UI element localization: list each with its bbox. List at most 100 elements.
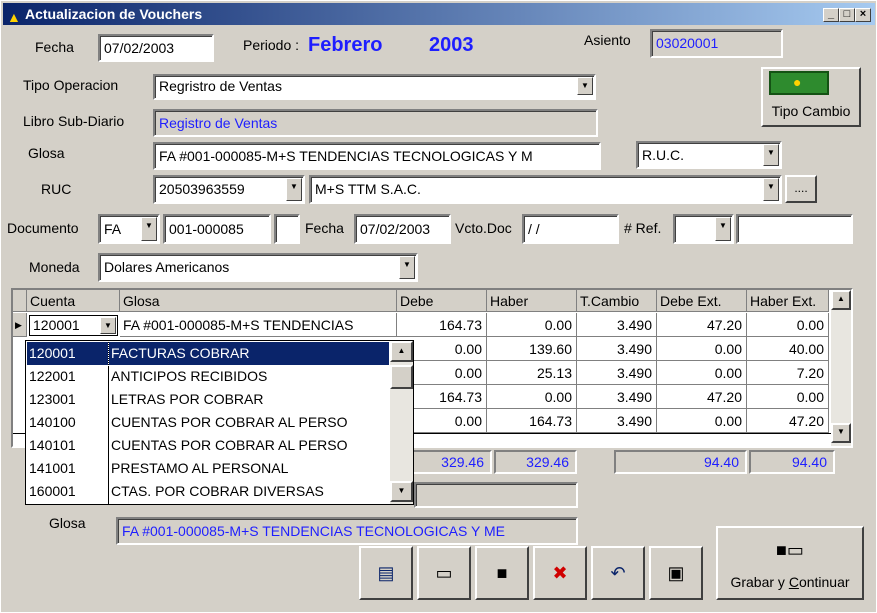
maximize-button[interactable]: □ (839, 8, 855, 22)
dropdown-item-name[interactable]: CUENTAS POR COBRAR AL PERSO (109, 434, 389, 457)
grid-cell-debe-ext[interactable]: 47.20 (657, 385, 747, 409)
app-icon: ▲ (7, 9, 21, 25)
grid-cell-haber[interactable]: 0.00 (487, 313, 577, 337)
ruc-name-value: M+S TTM S.A.C. (315, 181, 421, 197)
ref-type-select[interactable]: ▼ (673, 214, 734, 244)
print-button[interactable]: ▣ (649, 546, 703, 600)
glosa-label: Glosa (28, 145, 65, 161)
scroll-up-icon[interactable]: ▲ (390, 341, 413, 362)
title-bar[interactable]: ▲ Actualizacion de Vouchers _ □ × (3, 3, 875, 25)
header-tcambio[interactable]: T.Cambio (577, 290, 657, 312)
grid-cell-haber-ext[interactable]: 0.00 (747, 385, 829, 409)
libro-label: Libro Sub-Diario (23, 113, 125, 129)
dropdown-item-name[interactable]: CTAS. POR COBRAR DIVERSAS (109, 480, 389, 503)
grabar-continuar-button[interactable]: ■▭ Grabar y Continuar (716, 526, 864, 600)
grid-scrollbar[interactable]: ▲ ▼ (831, 290, 851, 446)
grid-cell-haber-ext[interactable]: 47.20 (747, 409, 829, 433)
dropdown-item-code[interactable]: 122001 (27, 365, 108, 388)
dropdown-item-code[interactable]: 123001 (27, 388, 108, 411)
ruc-type-value: R.U.C. (642, 147, 684, 163)
grid-cell-glosa[interactable]: FA #001-000085-M+S TENDENCIAS (120, 313, 397, 337)
save-button[interactable]: ■ (475, 546, 529, 600)
header-cuenta[interactable]: Cuenta (27, 290, 120, 312)
ruc-value: 20503963559 (159, 181, 245, 197)
chevron-down-icon[interactable]: ▼ (577, 77, 593, 95)
grid-cell-haber[interactable]: 0.00 (487, 385, 577, 409)
dropdown-item-name[interactable]: CUENTAS POR COBRAR AL PERSO (109, 411, 389, 434)
save-new-icon: ■▭ (776, 540, 804, 560)
grid-cell-debe[interactable]: 164.73 (397, 313, 487, 337)
grid-cell-debe-ext[interactable]: 47.20 (657, 313, 747, 337)
fecha-input[interactable]: 07/02/2003 (98, 34, 214, 62)
grid-cell-tc[interactable]: 3.490 (577, 361, 657, 385)
ref-number-input[interactable] (736, 214, 853, 244)
cuenta-combo[interactable]: 120001 ▼ (29, 315, 118, 336)
grid-cell-haber-ext[interactable]: 0.00 (747, 313, 829, 337)
ruc-name-select[interactable]: M+S TTM S.A.C. ▼ (309, 175, 782, 204)
ellipsis-button[interactable]: .... (785, 175, 817, 203)
dropdown-item-name[interactable]: LETRAS POR COBRAR (109, 388, 389, 411)
ruc-type-select[interactable]: R.U.C. ▼ (636, 141, 782, 169)
dropdown-scrollbar[interactable]: ▲ ▼ (390, 341, 413, 504)
grid-cell-debe-ext[interactable]: 0.00 (657, 361, 747, 385)
fecha2-input[interactable]: 07/02/2003 (354, 214, 451, 244)
dropdown-item-code[interactable]: 120001 (26, 341, 109, 366)
grid-cell-haber[interactable]: 25.13 (487, 361, 577, 385)
header-haber[interactable]: Haber (487, 290, 577, 312)
grid-cell-debe-ext[interactable]: 0.00 (657, 409, 747, 433)
cuenta-dropdown-list[interactable]: ▲ ▼ 120001 FACTURAS COBRAR 122001 ANTICIPOS… (25, 340, 414, 505)
documento-type-value: FA (104, 221, 122, 237)
documento-extra-input[interactable] (274, 214, 300, 244)
minimize-button[interactable]: _ (823, 8, 839, 22)
money-icon: ● (769, 71, 829, 95)
ruc-select[interactable]: 20503963559 ▼ (153, 175, 305, 204)
row-pointer-icon: ▶ (13, 313, 27, 337)
total-haber-ext: 94.40 (749, 450, 835, 474)
grid-cell-haber-ext[interactable]: 7.20 (747, 361, 829, 385)
documento-number-input[interactable]: 001-000085 (163, 214, 271, 244)
header-debe-ext[interactable]: Debe Ext. (657, 290, 747, 312)
chevron-down-icon[interactable]: ▼ (763, 144, 779, 166)
chevron-down-icon[interactable]: ▼ (100, 317, 116, 334)
periodo-label: Periodo : (243, 37, 300, 53)
grid-cell-debe-ext[interactable]: 0.00 (657, 337, 747, 361)
header-debe[interactable]: Debe (397, 290, 487, 312)
dropdown-item-code[interactable]: 141001 (27, 457, 108, 480)
dropdown-item-name[interactable]: ANTICIPOS RECIBIDOS (109, 365, 389, 388)
moneda-select[interactable]: Dolares Americanos ▼ (98, 253, 418, 282)
new-button[interactable]: ▭ (417, 546, 471, 600)
grid-cell-haber[interactable]: 139.60 (487, 337, 577, 361)
scroll-thumb[interactable] (390, 365, 413, 389)
grid-cell-haber[interactable]: 164.73 (487, 409, 577, 433)
undo-button[interactable]: ↶ (591, 546, 645, 600)
tipo-cambio-button[interactable]: ● Tipo Cambio (761, 67, 861, 127)
glosa-input[interactable]: FA #001-000085-M+S TENDENCIAS TECNOLOGIC… (153, 142, 601, 170)
dropdown-item-name[interactable]: PRESTAMO AL PERSONAL (109, 457, 389, 480)
documento-type-select[interactable]: FA ▼ (98, 214, 160, 244)
grid-cell-tc[interactable]: 3.490 (577, 337, 657, 361)
dropdown-item-code[interactable]: 140101 (27, 434, 108, 457)
chevron-down-icon[interactable]: ▼ (715, 217, 731, 241)
asiento-label: Asiento (584, 32, 631, 48)
chevron-down-icon[interactable]: ▼ (286, 178, 302, 201)
dropdown-item-name[interactable]: FACTURAS COBRAR (108, 341, 390, 366)
close-button[interactable]: × (855, 8, 871, 22)
chevron-down-icon[interactable]: ▼ (141, 217, 157, 241)
dropdown-item-code[interactable]: 160001 (27, 480, 108, 503)
chevron-down-icon[interactable]: ▼ (399, 256, 415, 279)
delete-button[interactable]: ✖ (533, 546, 587, 600)
header-haber-ext[interactable]: Haber Ext. (747, 290, 829, 312)
dropdown-item-code[interactable]: 140100 (27, 411, 108, 434)
scroll-up-icon[interactable]: ▲ (831, 290, 851, 310)
grid-cell-tc[interactable]: 3.490 (577, 409, 657, 433)
chevron-down-icon[interactable]: ▼ (763, 178, 779, 201)
vcto-input[interactable]: / / (522, 214, 619, 244)
tipo-operacion-select[interactable]: Regristro de Ventas ▼ (153, 74, 596, 100)
grid-cell-tc[interactable]: 3.490 (577, 385, 657, 409)
edit-button[interactable]: ▤ (359, 546, 413, 600)
grid-cell-haber-ext[interactable]: 40.00 (747, 337, 829, 361)
scroll-down-icon[interactable]: ▼ (831, 423, 851, 443)
grid-cell-tc[interactable]: 3.490 (577, 313, 657, 337)
header-glosa[interactable]: Glosa (120, 290, 397, 312)
scroll-down-icon[interactable]: ▼ (390, 481, 413, 502)
